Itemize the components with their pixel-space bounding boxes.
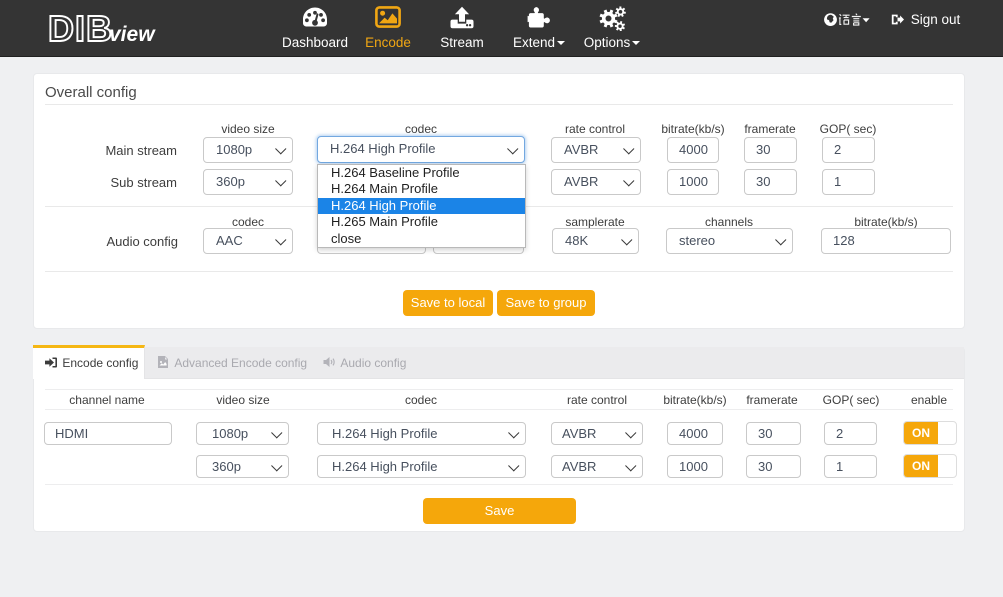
svg-text:DIB: DIB [48, 8, 113, 48]
svg-text:view: view [109, 23, 156, 46]
